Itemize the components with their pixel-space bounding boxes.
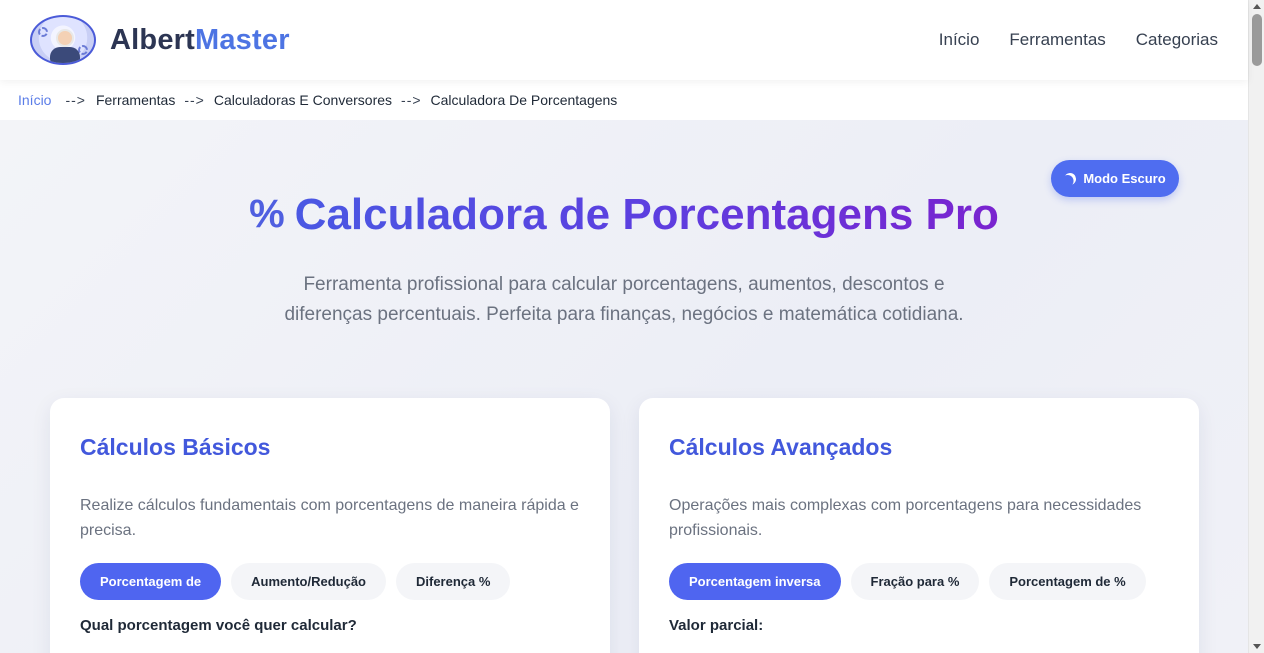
scrollbar-thumb[interactable] [1252, 14, 1262, 66]
breadcrumb-separator: --> [65, 92, 86, 108]
moon-icon [1063, 171, 1078, 186]
brand[interactable]: AlbertMaster [30, 15, 290, 65]
card-description: Operações mais complexas com porcentagen… [669, 497, 1142, 539]
card-advanced-calculations: Cálculos Avançados Operações mais comple… [639, 398, 1199, 653]
brand-name-part1: Albert [110, 23, 195, 56]
brand-name-part2: Master [195, 23, 290, 56]
gear-icon [38, 27, 48, 37]
vertical-scrollbar[interactable] [1248, 0, 1264, 653]
avatar-face [56, 29, 74, 47]
card-title: Cálculos Avançados [669, 434, 893, 460]
scroll-up-arrow-icon[interactable] [1253, 4, 1261, 9]
tab-aumento-reducao[interactable]: Aumento/Redução [231, 563, 386, 600]
tab-porcentagem-de[interactable]: Porcentagem de [80, 563, 222, 600]
page-title-text: Calculadora de Porcentagens Pro [294, 190, 999, 239]
brand-name[interactable]: AlbertMaster [110, 24, 290, 57]
breadcrumb-item-inicio[interactable]: Início [18, 92, 51, 108]
logo[interactable] [30, 15, 96, 65]
dark-mode-label: Modo Escuro [1083, 171, 1166, 186]
breadcrumb: Início --> Ferramentas --> Calculadoras … [0, 80, 1248, 120]
field-label: Valor parcial: [669, 617, 764, 634]
breadcrumb-item-current: Calculadora De Porcentagens [430, 92, 618, 108]
percent-icon: % [249, 192, 285, 236]
field-label: Qual porcentagem você quer calcular? [80, 617, 357, 634]
site-header: AlbertMaster Início Ferramentas Categori… [0, 0, 1248, 80]
tab-fracao-para-porcentagem[interactable]: Fração para % [850, 563, 980, 600]
card-basic-calculations: Cálculos Básicos Realize cálculos fundam… [50, 398, 610, 653]
avatar-body [50, 47, 80, 63]
nav-link-ferramentas[interactable]: Ferramentas [1009, 30, 1105, 50]
tab-diferenca[interactable]: Diferença % [396, 563, 511, 600]
tab-porcentagem-de-porcentagem[interactable]: Porcentagem de % [989, 563, 1146, 600]
calc-type-tabs: Porcentagem de Aumento/Redução Diferença… [80, 563, 580, 600]
card-description: Realize cálculos fundamentais com porcen… [80, 497, 579, 539]
breadcrumb-item-ferramentas[interactable]: Ferramentas [96, 92, 175, 108]
breadcrumb-item-calculadoras[interactable]: Calculadoras E Conversores [214, 92, 392, 108]
scroll-down-arrow-icon[interactable] [1253, 644, 1261, 649]
main-nav: Início Ferramentas Categorias [939, 30, 1218, 50]
main-content: Modo Escuro % Calculadora de Porcentagens… [0, 120, 1248, 653]
nav-link-categorias[interactable]: Categorias [1136, 30, 1218, 50]
breadcrumb-separator: --> [401, 92, 422, 108]
page-subtitle: Ferramenta profissional para calcular po… [284, 274, 964, 325]
breadcrumb-separator: --> [184, 92, 205, 108]
tab-porcentagem-inversa[interactable]: Porcentagem inversa [669, 563, 841, 600]
card-title: Cálculos Básicos [80, 434, 271, 460]
nav-link-inicio[interactable]: Início [939, 30, 980, 50]
page-title: % Calculadora de Porcentagens Pro [0, 190, 1248, 240]
calc-type-tabs: Porcentagem inversa Fração para % Porcen… [669, 563, 1169, 600]
